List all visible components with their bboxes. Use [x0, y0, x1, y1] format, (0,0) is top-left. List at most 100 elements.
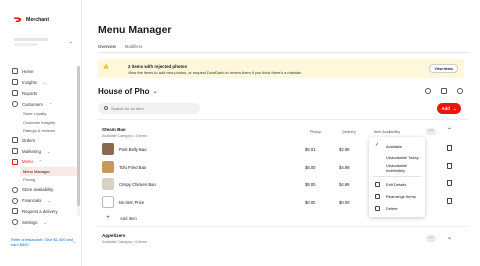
scrollbar-thumb[interactable] — [77, 66, 80, 206]
sidebar-subitem-menu-manager[interactable]: Menu Manager — [20, 167, 78, 176]
menu-book-icon — [12, 158, 18, 165]
menu-item-edit-details[interactable]: Edit Details — [369, 179, 425, 189]
chevron-down-icon[interactable]: ⌄ — [447, 234, 452, 241]
menu-item-delete[interactable]: Delete — [369, 203, 425, 213]
trash-icon[interactable] — [447, 145, 452, 151]
sidebar-item-menu[interactable]: Menu ⌃ — [12, 157, 78, 168]
arrow-right-icon[interactable]: → — [71, 239, 76, 245]
store-selector[interactable]: ⌄ — [11, 36, 75, 48]
sidebar-item-orders[interactable]: Orders — [12, 135, 78, 146]
menu-item-label: Available — [386, 143, 403, 149]
add-item-label: Add Item — [120, 215, 137, 221]
pencil-icon — [375, 181, 380, 187]
sidebar-subitem-ratings-reviews[interactable]: Ratings & reviews — [12, 126, 78, 134]
sidebar-item-label: Orders — [22, 137, 36, 143]
item-name: No item Price — [119, 199, 145, 205]
main-content: Menu Manager Overview Modifiers 2 items … — [83, 0, 480, 266]
menu-item-label: Edit Details — [386, 181, 407, 187]
sidebar-nav: Home Insights ⌄ Reports Customers ⌃ Stor… — [12, 66, 78, 228]
trash-icon[interactable] — [447, 163, 452, 169]
menu-item-rearrange-items[interactable]: Rearrange Items — [369, 191, 425, 201]
sidebar-item-label: Store availability — [22, 187, 54, 193]
chevron-down-icon: ⌄ — [452, 105, 457, 111]
rejected-photos-banner: 2 items with rejected photos View the it… — [98, 59, 464, 78]
menu-actions — [425, 88, 463, 94]
item-pickup-price: $8.00 — [305, 181, 316, 187]
sidebar-subitem-pricing[interactable]: Pricing — [12, 176, 78, 184]
trash-icon — [375, 205, 380, 211]
sidebar-subitem-store-loyalty[interactable]: Store Loyalty — [12, 110, 78, 118]
calendar-icon[interactable] — [441, 88, 447, 94]
sidebar-item-insights[interactable]: Insights ⌄ — [12, 77, 78, 88]
sidebar: Merchant ⌄ Home Insights ⌄ Reports Custo… — [0, 0, 82, 266]
column-header-delivery: Delivery — [342, 130, 356, 134]
menu-item-unavailable-today[interactable]: Unavailable Today — [369, 152, 425, 162]
menu-item-available[interactable]: ✓ Available — [369, 141, 425, 151]
item-delivery-price: $4.99 — [339, 164, 350, 170]
megaphone-icon — [12, 148, 18, 155]
column-header-availability: Item Availability — [374, 130, 401, 134]
sidebar-item-marketing[interactable]: Marketing ⌄ — [12, 146, 78, 157]
sidebar-item-label: Insights — [22, 79, 37, 85]
search-field[interactable] — [98, 103, 200, 114]
search-icon — [104, 106, 108, 110]
chart-icon — [12, 79, 18, 86]
clock-icon — [12, 186, 18, 193]
sidebar-item-store-availability[interactable]: Store availability — [12, 184, 78, 195]
referral-promo-link[interactable]: Refer a restaurant. Give $1,000 and earn… — [11, 237, 77, 247]
report-icon — [12, 90, 18, 97]
sidebar-subitem-customer-insights[interactable]: Customer insights — [12, 118, 78, 126]
chevron-up-icon: ⌃ — [38, 159, 43, 165]
sidebar-item-label: Financials — [22, 198, 42, 204]
gear-icon[interactable] — [457, 88, 463, 94]
doordash-logo-icon — [13, 17, 22, 22]
menu-item-label: Unavailable Indefinitely — [386, 163, 407, 173]
sidebar-item-financials[interactable]: Financials ⌄ — [12, 195, 78, 206]
sidebar-item-settings[interactable]: Settings ⌄ — [12, 217, 78, 228]
chevron-up-icon[interactable]: ⌃ — [447, 127, 452, 134]
sidebar-scrollbar[interactable] — [77, 66, 80, 216]
sidebar-item-home[interactable]: Home — [12, 66, 78, 77]
trash-icon[interactable] — [447, 180, 452, 186]
item-name: Crispy Chicken Bao — [119, 181, 156, 187]
availability-dropdown-menu: ✓ Available Unavailable Today Unavailabl… — [369, 137, 425, 217]
eye-icon[interactable] — [425, 88, 431, 94]
search-input[interactable] — [111, 103, 196, 114]
item-pickup-price: $0.00 — [305, 199, 316, 205]
category-name: Appetizers — [102, 233, 126, 238]
more-options-button[interactable]: … — [426, 235, 436, 242]
item-pickup-price: $8.00 — [305, 164, 316, 170]
sidebar-item-label: Marketing — [22, 148, 41, 154]
store-name-placeholder — [14, 38, 48, 41]
dollar-icon — [12, 197, 18, 204]
sidebar-item-label: Settings — [22, 219, 38, 225]
plus-icon: + — [106, 215, 110, 221]
category-status: Available Category • 4 items — [102, 134, 147, 138]
column-header-pickup: Pickup — [310, 130, 322, 134]
chevron-down-icon: ⌄ — [152, 89, 158, 95]
customers-icon — [12, 101, 18, 108]
warning-icon — [103, 63, 109, 69]
item-delivery-price: $4.99 — [339, 181, 350, 187]
store-address-placeholder — [14, 43, 38, 46]
category-status: Available Category • 6 items — [102, 240, 147, 244]
trash-icon[interactable] — [447, 198, 452, 204]
menu-item-label: Unavailable Today — [386, 154, 419, 160]
item-photo — [102, 143, 114, 155]
more-options-button[interactable]: … — [426, 128, 436, 135]
banner-text: View the items to add new photos, or req… — [128, 70, 302, 75]
item-photo — [102, 178, 114, 190]
menu-selector[interactable]: House of Pho ⌄ — [98, 87, 158, 96]
chevron-down-icon: ⌄ — [47, 198, 51, 204]
image-placeholder-icon — [102, 196, 114, 208]
sidebar-item-customers[interactable]: Customers ⌃ — [12, 99, 78, 110]
sidebar-item-label: Menu — [22, 159, 33, 165]
sidebar-item-label: Reports — [22, 90, 38, 96]
add-button[interactable]: Add ⌄ — [437, 103, 461, 114]
add-item-button[interactable]: + Add Item — [102, 215, 137, 221]
sidebar-item-request-delivery[interactable]: Request a delivery — [12, 206, 78, 217]
view-items-button[interactable]: View items — [429, 64, 458, 73]
menu-item-unavailable-indefinitely[interactable]: Unavailable Indefinitely — [369, 163, 425, 173]
brand[interactable]: Merchant — [13, 17, 49, 23]
sidebar-item-reports[interactable]: Reports — [12, 88, 78, 99]
